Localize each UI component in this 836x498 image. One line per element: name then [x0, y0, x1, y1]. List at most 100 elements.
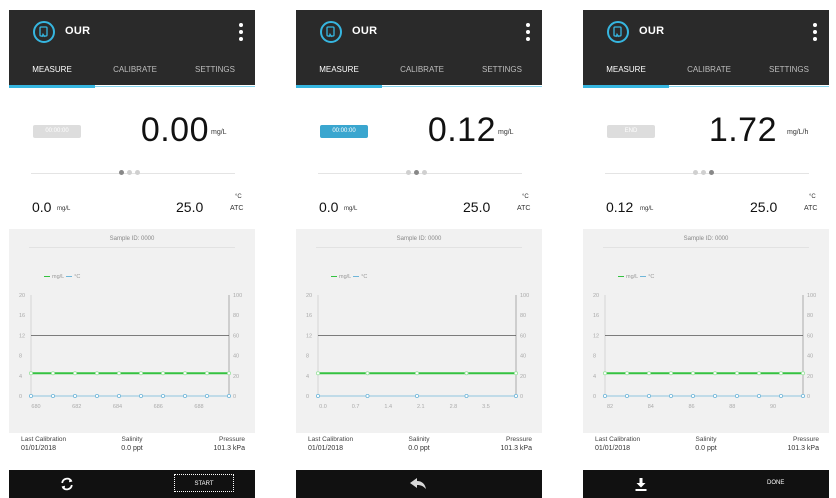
- x-tick-label: 0.0: [319, 404, 327, 410]
- data-point: [756, 371, 761, 376]
- y-right-tick-label: 80: [233, 313, 239, 319]
- tab-measure[interactable]: MEASURE: [583, 57, 669, 85]
- data-point: [778, 371, 783, 376]
- page-dot: [422, 170, 427, 175]
- data-point: [160, 371, 165, 376]
- y-right-tick-label: 60: [520, 333, 526, 339]
- do-value: 0.12: [606, 199, 634, 215]
- y-right-tick-label: 20: [520, 374, 526, 380]
- tab-indicator: [9, 85, 95, 88]
- refresh-icon[interactable]: [59, 476, 75, 492]
- download-icon[interactable]: [633, 476, 649, 492]
- timer-badge: 00:00:00: [320, 125, 368, 138]
- temperature-value: 25.0: [176, 199, 204, 215]
- done-button[interactable]: DONE: [767, 480, 784, 486]
- data-point: [647, 394, 652, 399]
- bottom-action-bar: [296, 470, 542, 498]
- data-point: [669, 394, 674, 399]
- tab-calibrate[interactable]: CALIBRATE: [382, 57, 462, 85]
- data-point: [513, 371, 518, 376]
- sample-id: Sample ID: 0000: [109, 236, 155, 242]
- timer-badge: END: [607, 125, 655, 138]
- y-left-tick-label: 4: [19, 374, 22, 380]
- x-tick-label: 2.1: [417, 404, 425, 410]
- overflow-menu-icon[interactable]: [239, 23, 243, 41]
- y-left-tick-label: 12: [19, 333, 25, 339]
- pressure: Pressure 101.3 kPa: [500, 436, 532, 452]
- y-right-tick-label: 40: [807, 354, 813, 360]
- phone-screen-measure-start: OUR MEASURE CALIBRATE SETTINGS 00:00:00 …: [9, 10, 255, 498]
- tab-indicator: [583, 85, 669, 88]
- data-point: [138, 394, 143, 399]
- reading-unit: mg/L: [498, 129, 514, 136]
- data-point: [464, 371, 469, 376]
- salinity-label: Salinity: [121, 436, 143, 443]
- divider: [316, 247, 522, 248]
- tab-calibrate[interactable]: CALIBRATE: [95, 57, 175, 85]
- temperature-value: 25.0: [463, 199, 491, 215]
- phone-screen-measure-end: OUR MEASURE CALIBRATE SETTINGS END 1.72 …: [583, 10, 829, 498]
- overflow-menu-icon[interactable]: [813, 23, 817, 41]
- pressure-label: Pressure: [218, 436, 245, 443]
- start-button[interactable]: START: [174, 474, 234, 492]
- y-right-tick-label: 20: [233, 374, 239, 380]
- y-right-tick-label: 80: [807, 313, 813, 319]
- data-point: [117, 371, 122, 376]
- data-point: [712, 371, 717, 376]
- pressure-value: 101.3 kPa: [787, 445, 819, 452]
- sample-id: Sample ID: 0000: [396, 236, 442, 242]
- temperature-value: 25.0: [750, 199, 778, 215]
- data-point: [51, 371, 56, 376]
- tab-settings[interactable]: SETTINGS: [749, 57, 829, 85]
- do-unit: mg/L: [344, 206, 358, 212]
- y-right-tick-label: 0: [520, 394, 523, 400]
- y-left-tick-label: 0: [19, 394, 22, 400]
- y-left-tick-label: 8: [306, 354, 309, 360]
- overflow-menu-icon[interactable]: [526, 23, 530, 41]
- tab-measure[interactable]: MEASURE: [9, 57, 95, 85]
- tab-measure[interactable]: MEASURE: [296, 57, 382, 85]
- data-point: [365, 371, 370, 376]
- tab-underline: [95, 86, 255, 87]
- data-point: [778, 394, 783, 399]
- data-point: [691, 394, 696, 399]
- pressure: Pressure 101.3 kPa: [787, 436, 819, 452]
- data-point: [734, 394, 739, 399]
- temperature-mode: ATC: [230, 205, 244, 212]
- pressure-value: 101.3 kPa: [500, 445, 532, 452]
- x-tick-label: 88: [729, 404, 735, 410]
- data-point: [647, 371, 652, 376]
- app-bar: OUR: [583, 10, 829, 57]
- tab-settings[interactable]: SETTINGS: [462, 57, 542, 85]
- tab-settings[interactable]: SETTINGS: [175, 57, 255, 85]
- y-right-tick-label: 100: [233, 293, 242, 299]
- reading-value: 1.72: [708, 111, 777, 149]
- y-left-tick-label: 0: [593, 394, 596, 400]
- data-point: [95, 371, 100, 376]
- page-indicator: [119, 169, 149, 177]
- page-indicator: [406, 169, 436, 177]
- data-point: [415, 371, 420, 376]
- back-arrow-icon[interactable]: [409, 477, 427, 491]
- data-point: [95, 394, 100, 399]
- data-point: [226, 371, 231, 376]
- salinity-label: Salinity: [408, 436, 430, 443]
- reading-value: 0.12: [427, 111, 496, 149]
- divider: [29, 247, 235, 248]
- data-point: [73, 371, 78, 376]
- data-point: [602, 394, 607, 399]
- y-right-tick-label: 20: [807, 374, 813, 380]
- pressure: Pressure 101.3 kPa: [213, 436, 245, 452]
- app-title: OUR: [352, 25, 378, 37]
- page-dot: [135, 170, 140, 175]
- x-tick-label: 0.7: [352, 404, 360, 410]
- temperature-unit: °C: [235, 194, 242, 200]
- app-bar: OUR: [9, 10, 255, 57]
- sample-id: Sample ID: 0000: [683, 236, 729, 242]
- tab-calibrate[interactable]: CALIBRATE: [669, 57, 749, 85]
- y-right-tick-label: 60: [233, 333, 239, 339]
- x-tick-label: 84: [648, 404, 654, 410]
- x-tick-label: 682: [72, 404, 81, 410]
- data-point: [669, 371, 674, 376]
- data-point: [602, 371, 607, 376]
